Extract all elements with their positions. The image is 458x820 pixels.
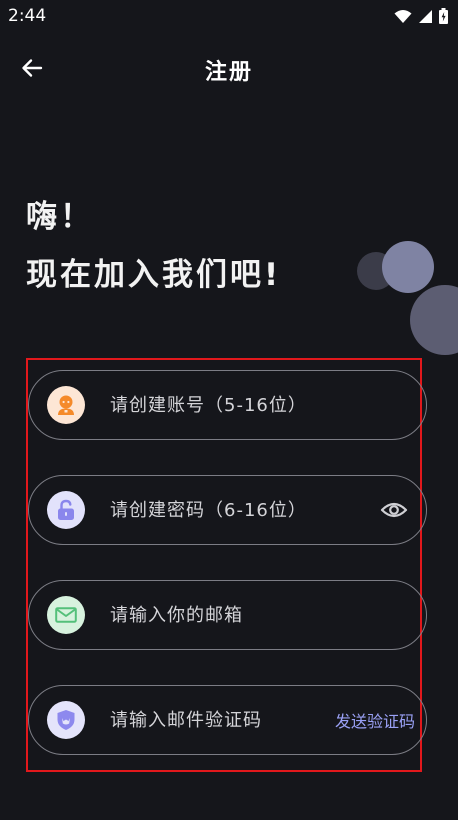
account-input[interactable] xyxy=(110,394,426,416)
greeting-line-2: 现在加入我们吧! xyxy=(26,257,282,293)
password-field xyxy=(28,475,427,545)
battery-icon xyxy=(439,8,448,24)
status-bar: 2:44 xyxy=(0,0,458,32)
eye-icon xyxy=(380,502,408,518)
shield-icon xyxy=(47,701,85,739)
toggle-visibility-button[interactable] xyxy=(376,492,412,528)
lock-icon xyxy=(47,491,85,529)
mail-icon xyxy=(47,596,85,634)
status-time: 2:44 xyxy=(8,6,47,26)
email-input[interactable] xyxy=(110,604,426,626)
decor-bubble xyxy=(382,241,434,293)
user-icon xyxy=(47,386,85,424)
page-title: 注册 xyxy=(204,60,253,85)
account-field xyxy=(28,370,427,440)
send-code-button[interactable]: 发送验证码 xyxy=(335,708,415,732)
greeting: 嗨！ 现在加入我们吧! xyxy=(26,188,281,304)
status-icons xyxy=(394,8,448,24)
password-input[interactable] xyxy=(110,499,376,521)
app-bar: 注册 xyxy=(0,44,458,92)
signal-icon xyxy=(419,9,432,23)
greeting-line-1: 嗨！ xyxy=(26,199,94,235)
decor-bubble xyxy=(410,285,458,355)
wifi-icon xyxy=(394,9,412,23)
verification-code-field: 发送验证码 xyxy=(28,685,427,755)
verification-code-input[interactable] xyxy=(110,709,335,731)
email-field xyxy=(28,580,427,650)
